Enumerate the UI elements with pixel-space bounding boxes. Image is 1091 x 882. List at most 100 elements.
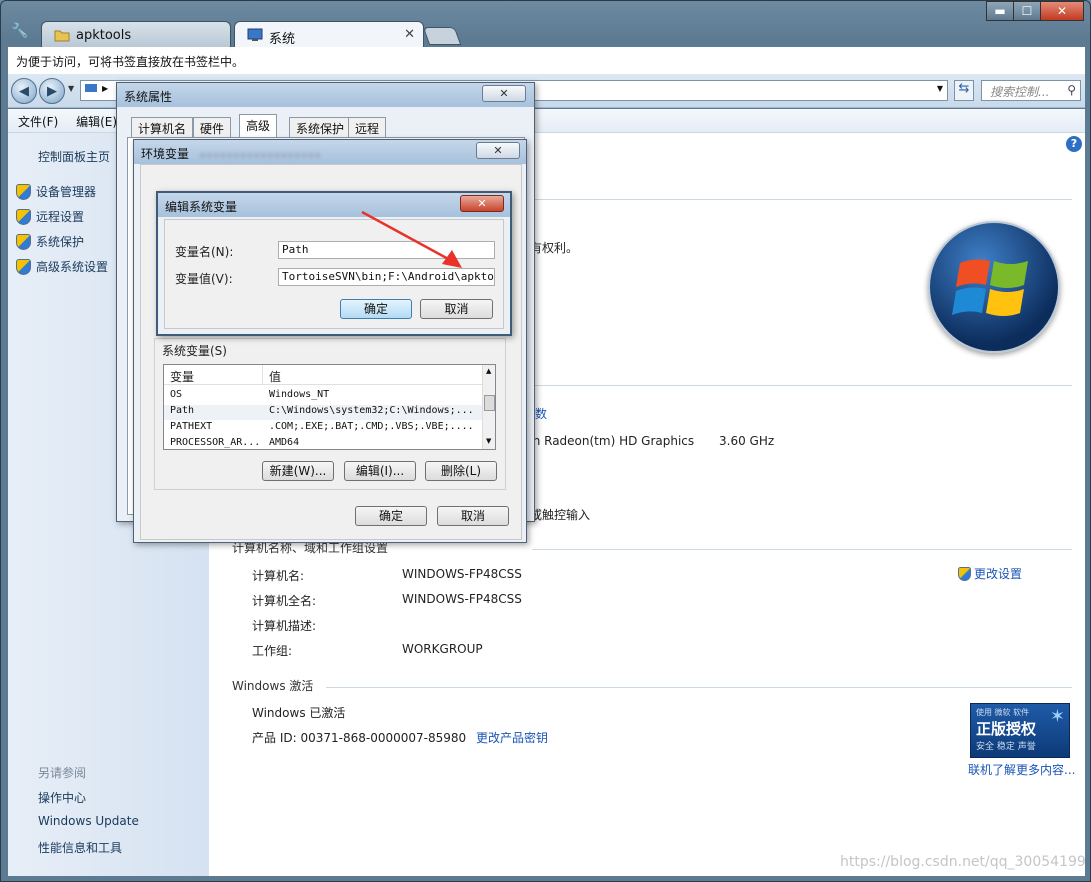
tab-remote[interactable]: 远程: [348, 117, 387, 137]
cancel-button[interactable]: 取消: [437, 506, 509, 526]
row-value: WINDOWS-FP48CSS: [402, 592, 522, 606]
search-icon: ⚲: [1067, 83, 1076, 97]
dialog-title: 编辑系统变量: [165, 200, 238, 214]
new-variable-button[interactable]: 新建(W)...: [262, 461, 334, 481]
row-name: PROCESSOR_AR...: [170, 437, 261, 448]
bookmark-hint: 为便于访问，可将书签直接放在书签栏中。: [16, 55, 245, 69]
annotation-arrow-icon: [361, 210, 462, 268]
star-icon: ✶: [1049, 706, 1065, 727]
sidebar-action-center[interactable]: 操作中心: [38, 789, 86, 806]
scrollbar-thumb[interactable]: [484, 395, 495, 411]
tab-computer-name[interactable]: 计算机名: [131, 117, 194, 137]
sidebar-windows-update[interactable]: Windows Update: [38, 814, 139, 828]
divider: [532, 549, 1072, 550]
forward-button[interactable]: ▶: [39, 78, 65, 104]
learn-more-link[interactable]: 联机了解更多内容...: [968, 761, 1075, 778]
column-header-value[interactable]: 值: [269, 368, 281, 385]
close-button[interactable]: ✕: [1040, 1, 1084, 21]
row-value: C:\Windows\system32;C:\Windows;...: [269, 405, 474, 416]
product-id: 产品 ID: 00371-868-0000007-85980: [252, 731, 467, 745]
shield-icon: [16, 258, 31, 275]
genuine-badge: 使用 微软 软件 正版授权 安全 稳定 声誉 ✶: [970, 703, 1070, 758]
refresh-icon[interactable]: ⇆: [954, 80, 974, 101]
sidebar-home[interactable]: 控制面板主页: [38, 148, 110, 165]
row-value: Windows_NT: [269, 389, 330, 400]
row-label: 计算机全名:: [252, 594, 317, 608]
tab-label: 系统: [269, 32, 296, 47]
cancel-button[interactable]: 取消: [420, 299, 493, 319]
shield-icon: [16, 208, 31, 225]
row-label: 计算机名:: [252, 569, 305, 583]
sidebar-item-remote[interactable]: 远程设置: [16, 208, 84, 225]
blurred-text: ▪▪▪▪▪▪▪▪▪▪▪▪▪▪▪▪▪▪: [199, 150, 322, 161]
close-button[interactable]: ✕: [476, 142, 520, 159]
sidebar-item-label: 设备管理器: [36, 185, 97, 199]
folder-icon: [54, 28, 70, 42]
shield-icon: [16, 183, 31, 200]
activation-status: Windows 已激活: [252, 706, 346, 720]
close-tab-icon[interactable]: ✕: [404, 27, 415, 42]
tab-hardware[interactable]: 硬件: [193, 117, 232, 137]
dialog-title: 环境变量: [141, 147, 190, 161]
tab-apktools[interactable]: apktools: [41, 21, 231, 47]
table-row[interactable]: PROCESSOR_AR... AMD64: [164, 437, 482, 449]
scrollbar[interactable]: ▲ ▼: [482, 365, 495, 449]
windows-logo: [928, 221, 1060, 353]
minimize-button[interactable]: ▬: [986, 1, 1014, 21]
shield-icon: [16, 233, 31, 250]
row-label: 工作组:: [252, 644, 293, 658]
see-also-title: 另请参阅: [38, 766, 87, 780]
help-icon[interactable]: ?: [1066, 136, 1082, 152]
menu-edit[interactable]: 编辑(E): [76, 115, 117, 129]
back-button[interactable]: ◀: [11, 78, 37, 104]
divider: [326, 687, 1072, 688]
rating-link-fragment[interactable]: 数: [535, 405, 547, 422]
row-value: WINDOWS-FP48CSS: [402, 567, 522, 581]
system-icon: [84, 83, 98, 98]
search-input[interactable]: 搜索控制... ⚲: [981, 80, 1081, 101]
processor-fragment: th Radeon(tm) HD Graphics: [528, 434, 695, 448]
scroll-down-icon[interactable]: ▼: [486, 437, 491, 445]
pen-fragment: 或触控输入: [530, 508, 591, 522]
address-dropdown-icon[interactable]: ▼: [937, 84, 943, 93]
processor-speed: 3.60 GHz: [719, 434, 775, 448]
sidebar-performance[interactable]: 性能信息和工具: [38, 839, 122, 856]
row-value: WORKGROUP: [402, 642, 483, 656]
table-row[interactable]: PATHEXT .COM;.EXE;.BAT;.CMD;.VBS;.VBE;...…: [164, 421, 482, 436]
change-settings-link[interactable]: 更改设置: [958, 565, 1022, 582]
delete-variable-button[interactable]: 删除(L): [425, 461, 497, 481]
variable-name-label: 变量名(N):: [175, 245, 234, 259]
row-value: .COM;.EXE;.BAT;.CMD;.VBS;.VBE;....: [269, 421, 474, 432]
watermark: https://blog.csdn.net/qq_30054199: [840, 854, 1086, 870]
new-tab-button[interactable]: [422, 27, 462, 45]
ok-button[interactable]: 确定: [355, 506, 427, 526]
sidebar-item-label: 系统保护: [36, 235, 85, 249]
row-name: OS: [170, 389, 183, 400]
row-name: PATHEXT: [170, 421, 213, 432]
shield-icon: [958, 566, 971, 581]
edit-variable-button[interactable]: 编辑(I)...: [344, 461, 416, 481]
sidebar-item-advanced[interactable]: 高级系统设置: [16, 258, 108, 275]
close-button[interactable]: ✕: [482, 85, 526, 102]
table-row[interactable]: OS Windows_NT: [164, 389, 482, 404]
history-dropdown-icon[interactable]: ▼: [68, 84, 74, 93]
tab-system-protection[interactable]: 系统保护: [289, 117, 352, 137]
dialog-titlebar: 环境变量 ▪▪▪▪▪▪▪▪▪▪▪▪▪▪▪▪▪▪: [134, 140, 526, 164]
maximize-button[interactable]: ☐: [1013, 1, 1041, 21]
row-value: AMD64: [269, 437, 300, 448]
wrench-icon[interactable]: 🔧: [11, 23, 33, 41]
sidebar-item-label: 高级系统设置: [36, 260, 109, 274]
ok-button[interactable]: 确定: [340, 299, 412, 319]
table-row[interactable]: Path C:\Windows\system32;C:\Windows;...: [164, 405, 482, 420]
sidebar-item-device-manager[interactable]: 设备管理器: [16, 183, 96, 200]
menu-file[interactable]: 文件(F): [18, 115, 58, 129]
tab-system[interactable]: 系统 ✕: [234, 21, 424, 47]
tab-advanced[interactable]: 高级: [239, 114, 278, 137]
change-settings-label: 更改设置: [974, 567, 1023, 581]
dialog-title: 系统属性: [124, 90, 173, 104]
sidebar-item-protection[interactable]: 系统保护: [16, 233, 84, 250]
search-placeholder: 搜索控制...: [990, 85, 1050, 99]
scroll-up-icon[interactable]: ▲: [486, 367, 491, 375]
change-key-link[interactable]: 更改产品密钥: [476, 729, 548, 746]
column-header-name[interactable]: 变量: [170, 368, 194, 385]
